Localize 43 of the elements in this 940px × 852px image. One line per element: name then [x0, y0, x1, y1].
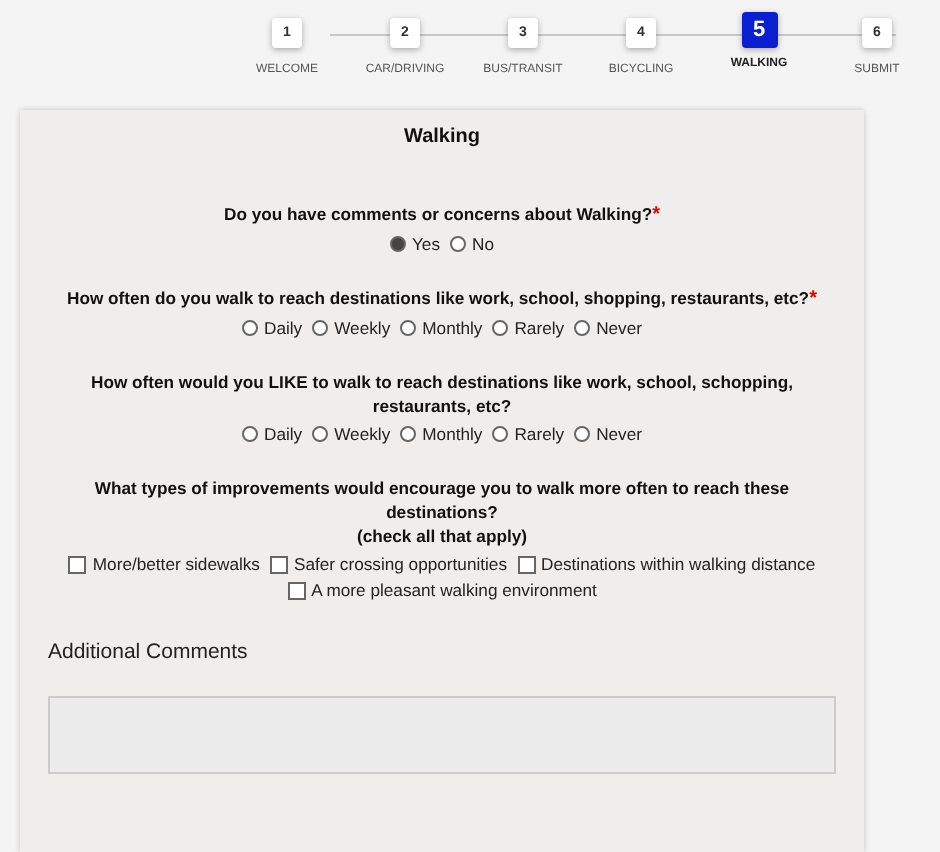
- step-number[interactable]: 5: [741, 12, 777, 48]
- option-label: Daily: [263, 318, 303, 338]
- required-mark: *: [809, 288, 817, 310]
- radio-button[interactable]: [241, 426, 258, 442]
- option-label: Monthly: [422, 318, 483, 338]
- required-mark: *: [652, 204, 660, 226]
- radio-button[interactable]: [241, 320, 258, 336]
- option-label: Never: [596, 424, 642, 444]
- option-label: More/better sidewalks: [92, 554, 260, 574]
- radio-button[interactable]: [389, 236, 406, 252]
- question-text: Do you have comments or concerns about Walking?*: [224, 202, 660, 228]
- question-text: How often would you LIKE to walk to reach destinations like work, school, schopping, restaurants, etc?: [89, 370, 795, 418]
- option-label: Never: [596, 318, 642, 338]
- checkbox[interactable]: [287, 581, 306, 599]
- comments-field[interactable]: [48, 696, 836, 774]
- radio-button[interactable]: [574, 320, 591, 336]
- option-label: Safer crossing opportunities: [293, 554, 508, 574]
- radio-button[interactable]: [450, 236, 467, 252]
- comments-label: Additional Comments: [48, 640, 250, 664]
- radio-button[interactable]: [492, 320, 509, 336]
- checkbox[interactable]: [68, 555, 87, 573]
- option-label: Daily: [263, 424, 303, 444]
- question-text: How often do you walk to reach destinations like work, school, shopping, restaurants, etc?*: [67, 286, 817, 312]
- question-note: (check all that apply): [356, 524, 527, 548]
- option-label: Destinations within walking distance: [541, 554, 816, 574]
- radio-button[interactable]: [492, 426, 509, 442]
- option-label: Weekly: [334, 424, 391, 444]
- radio-button[interactable]: [400, 320, 417, 336]
- option-label: A more pleasant walking environment: [311, 580, 597, 600]
- question-text: What types of improvements would encourage you to walk more often to reach these destinations?: [92, 476, 792, 524]
- checkbox[interactable]: [269, 555, 288, 573]
- checkbox[interactable]: [517, 555, 536, 573]
- option-label: Weekly: [334, 318, 391, 338]
- option-label: Rarely: [514, 424, 565, 444]
- radio-button[interactable]: [312, 320, 329, 336]
- option-label: Yes: [411, 234, 441, 254]
- option-label: No: [472, 234, 495, 254]
- radio-button[interactable]: [400, 426, 417, 442]
- option-label: Rarely: [514, 318, 565, 338]
- form-title: Walking: [402, 126, 482, 148]
- radio-button[interactable]: [574, 426, 591, 442]
- option-label: Monthly: [422, 424, 483, 444]
- radio-button[interactable]: [312, 426, 329, 442]
